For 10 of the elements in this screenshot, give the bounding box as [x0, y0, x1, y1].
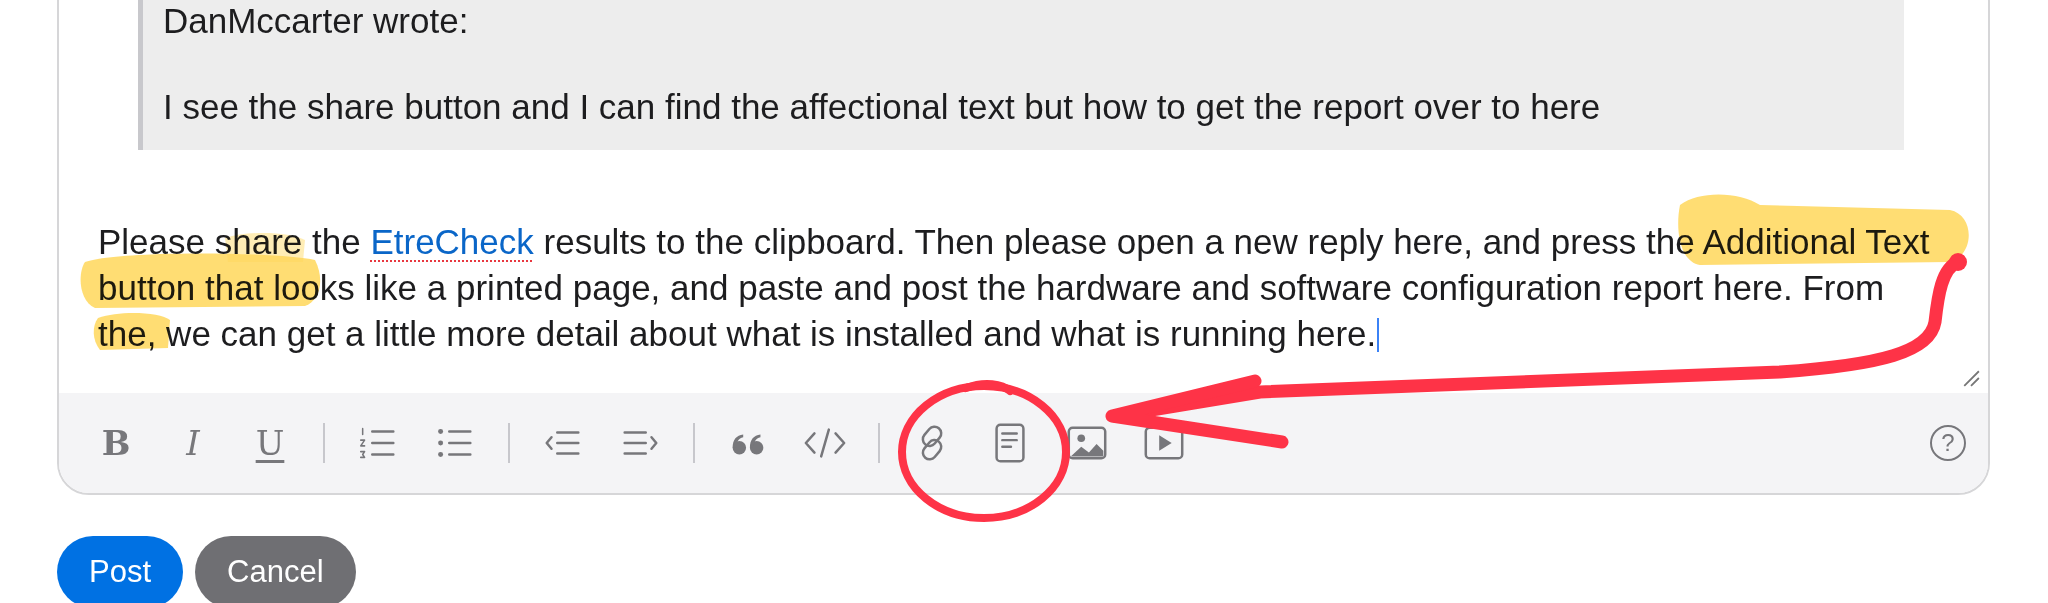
- post-button[interactable]: Post: [57, 536, 184, 603]
- cancel-button[interactable]: Cancel: [195, 536, 356, 603]
- etrecheck-link[interactable]: EtreCheck: [370, 222, 534, 261]
- quote-text: I see the share button and I can find the affectional text but how to get the report over to here: [163, 86, 1602, 128]
- resize-grip-icon[interactable]: [1962, 369, 1980, 387]
- quote-author: DanMccarter wrote:: [163, 0, 470, 42]
- underline-button[interactable]: U: [246, 419, 294, 467]
- bold-button[interactable]: B: [92, 419, 140, 467]
- help-button[interactable]: ?: [1930, 425, 1966, 461]
- italic-button[interactable]: I: [169, 419, 217, 467]
